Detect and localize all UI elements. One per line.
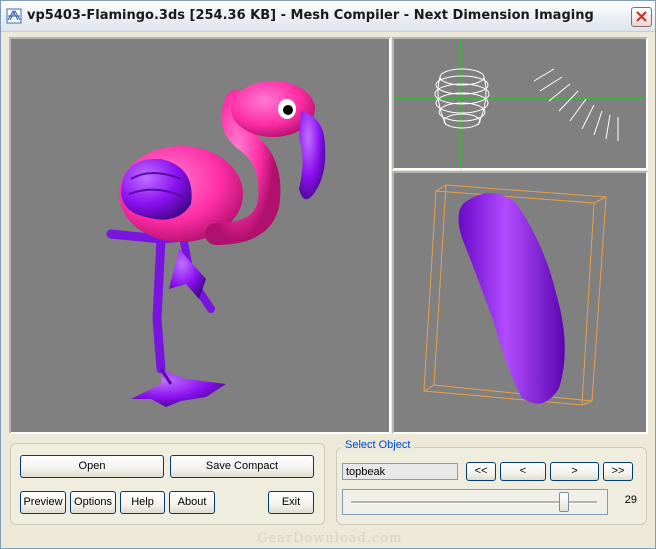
open-button-label: Open [78, 460, 106, 472]
object-name-field[interactable]: topbeak [342, 463, 458, 480]
preview-button[interactable]: Preview [20, 491, 66, 514]
open-button[interactable]: Open [20, 455, 164, 478]
main-viewport[interactable] [9, 37, 391, 434]
save-compact-button-label: Save Compact [205, 460, 279, 472]
topbeak-render [423, 184, 607, 406]
slider-thumb[interactable] [559, 492, 569, 512]
options-button[interactable]: Options [70, 491, 116, 514]
first-object-label: << [474, 465, 488, 477]
about-button[interactable]: About [169, 491, 215, 514]
camera-wireframe [394, 39, 646, 168]
last-object-button[interactable]: >> [603, 462, 633, 481]
options-button-label: Options [74, 496, 112, 508]
next-object-label: > [571, 465, 578, 477]
prev-object-label: < [519, 465, 527, 477]
next-object-button[interactable]: > [550, 462, 599, 481]
close-icon [636, 11, 647, 22]
title-bar[interactable]: vp5403-Flamingo.3ds [254.36 KB] - Mesh C… [1, 1, 655, 32]
flamingo-render [106, 81, 326, 407]
select-object-label: Select Object [341, 439, 415, 451]
last-object-label: >> [611, 465, 625, 477]
close-button[interactable] [631, 7, 652, 27]
exit-button[interactable]: Exit [268, 491, 314, 514]
window-title: vp5403-Flamingo.3ds [254.36 KB] - Mesh C… [27, 8, 594, 23]
prev-object-button[interactable]: < [500, 462, 546, 481]
first-object-button[interactable]: << [466, 462, 496, 481]
object-viewport[interactable] [392, 171, 648, 434]
watermark: GearDownload.com [257, 531, 403, 546]
about-button-label: About [177, 496, 207, 508]
help-button[interactable]: Help [120, 491, 165, 514]
object-slider[interactable] [342, 489, 608, 515]
camera-viewport[interactable] [392, 37, 648, 170]
app-icon [6, 8, 22, 24]
save-compact-button[interactable]: Save Compact [170, 455, 314, 478]
slider-value: 29 [624, 494, 637, 506]
exit-button-label: Exit [281, 496, 301, 508]
preview-button-label: Preview [23, 496, 63, 508]
main-window: vp5403-Flamingo.3ds [254.36 KB] - Mesh C… [0, 0, 656, 549]
help-button-label: Help [131, 496, 154, 508]
